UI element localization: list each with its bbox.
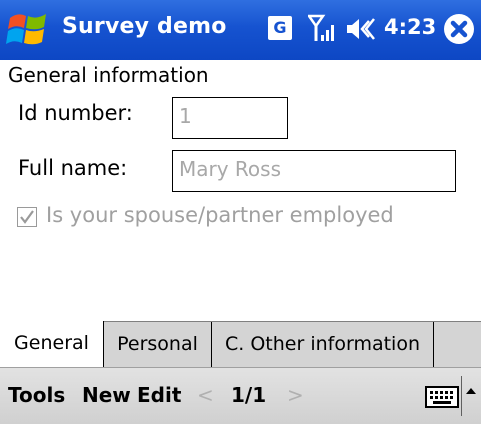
close-icon <box>450 20 468 38</box>
spouse-employed-checkbox[interactable] <box>17 207 37 227</box>
spouse-employed-label: Is your spouse/partner employed <box>46 203 394 227</box>
previous-page-button[interactable]: < <box>197 383 214 407</box>
caret-up-icon <box>466 388 476 394</box>
id-number-input[interactable]: 1 <box>172 97 288 139</box>
full-name-input[interactable]: Mary Ross <box>172 150 456 192</box>
page-indicator: 1/1 <box>231 383 267 407</box>
section-title: General information <box>8 63 209 87</box>
input-panel-toggle[interactable] <box>461 376 481 416</box>
tab-personal[interactable]: Personal <box>104 322 212 367</box>
tab-other-information[interactable]: C. Other information <box>212 322 434 367</box>
tab-bar: General Personal C. Other information <box>0 321 481 368</box>
close-button[interactable] <box>444 14 474 44</box>
edit-menu[interactable]: Edit <box>137 383 181 407</box>
volume-icon[interactable] <box>345 16 375 42</box>
new-menu[interactable]: New <box>82 383 131 407</box>
full-name-label: Full name: <box>18 156 128 180</box>
next-page-button[interactable]: > <box>287 383 304 407</box>
tab-general[interactable]: General <box>0 321 104 367</box>
id-number-label: Id number: <box>18 101 133 125</box>
signal-strength-icon[interactable] <box>306 13 336 43</box>
menu-bar: Tools New Edit < 1/1 > <box>0 367 481 424</box>
clock[interactable]: 4:23 <box>384 15 436 39</box>
app-title: Survey demo <box>62 14 227 39</box>
title-bar: Survey demo G 4:23 <box>0 0 481 60</box>
network-type-icon[interactable]: G <box>268 16 292 40</box>
keyboard-icon[interactable] <box>425 386 459 408</box>
windows-start-icon[interactable] <box>6 10 50 50</box>
tools-menu[interactable]: Tools <box>8 383 65 407</box>
checkmark-icon <box>20 210 34 224</box>
